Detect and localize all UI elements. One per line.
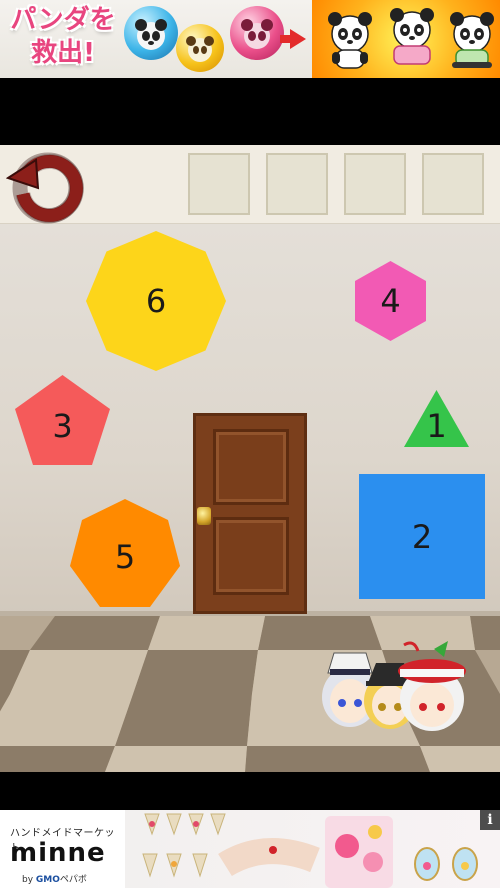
hexagon-shape-4[interactable]: 4 (355, 261, 426, 341)
shape-3-label: 3 (52, 407, 73, 445)
shape-5-label: 5 (114, 538, 136, 576)
inventory-slot-2[interactable] (266, 153, 328, 215)
ad-product-photos[interactable]: i (125, 810, 500, 888)
octagon-shape-6[interactable]: 6 (86, 231, 226, 371)
inventory-slot-3[interactable] (344, 153, 406, 215)
minne-logo[interactable]: ハンドメイドマーケット minne by GMOペパボ (0, 810, 125, 888)
ad-company-line: by GMOペパボ (22, 872, 87, 885)
triangle-shape-1[interactable]: 1 (404, 390, 469, 447)
ad-headline-line2: 救出! (31, 38, 95, 68)
shape-2-label: 2 (411, 517, 433, 556)
game-toolbar (0, 145, 500, 224)
ad-left-panel: パンダを 救出! (0, 0, 312, 78)
ad-company: GMO (35, 875, 60, 885)
panda-bubble-blue-icon (124, 6, 178, 60)
heptagon-shape-5[interactable]: 5 (70, 499, 180, 607)
right-arrow-icon (290, 29, 306, 49)
ad-headline: パンダを 救出! (4, 4, 122, 70)
bottom-banner-ad[interactable]: ハンドメイドマーケット minne by GMOペパボ i (0, 810, 500, 888)
game-scene: 6 4 3 1 2 5 (0, 145, 500, 772)
square-shape-2[interactable]: 2 (359, 474, 485, 599)
shape-6-label: 6 (145, 282, 167, 320)
top-banner-ad[interactable]: パンダを 救出! (0, 0, 500, 78)
pentagon-shape-3[interactable]: 3 (15, 375, 110, 465)
wooden-door[interactable] (193, 413, 307, 614)
ad-info-icon[interactable]: i (480, 810, 500, 830)
reset-arrow-icon (5, 152, 84, 224)
panda-bubble-pink-icon (230, 6, 284, 60)
panda-character-pink-icon (384, 6, 440, 66)
ad-by-text: by (22, 875, 34, 885)
panda-bubble-yellow-icon (176, 24, 224, 72)
yukkuri-characters[interactable] (320, 635, 470, 735)
inventory-slot-1[interactable] (188, 153, 250, 215)
door-knob-icon[interactable] (197, 507, 211, 525)
door-lower-panel (213, 517, 289, 595)
door-upper-panel (213, 429, 289, 505)
ad-brand: minne (10, 838, 106, 868)
panda-character-green-icon (444, 10, 500, 70)
ad-right-panel (312, 0, 500, 78)
inventory-slot-4[interactable] (422, 153, 484, 215)
ad-company-suffix: ペパボ (59, 875, 87, 885)
ad-headline-line1: パンダを (10, 5, 116, 35)
shape-1-label: 1 (426, 406, 447, 445)
shape-4-label: 4 (380, 282, 401, 320)
reset-button[interactable] (5, 148, 88, 224)
panda-character-icon (322, 10, 378, 70)
